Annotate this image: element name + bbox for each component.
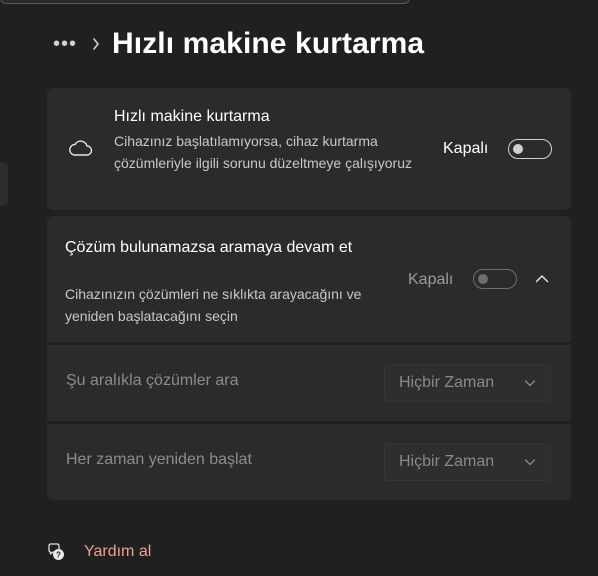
cloud-icon [69, 140, 93, 156]
continue-search-title: Çözüm bulunamazsa aramaya devam et [65, 239, 353, 256]
quick-recovery-toggle[interactable] [508, 139, 552, 159]
quick-recovery-title: Hızlı makine kurtarma [114, 108, 270, 125]
page-title: Hızlı makine kurtarma [112, 27, 425, 60]
get-help-link[interactable]: Yardım al [84, 543, 151, 561]
svg-text:?: ? [56, 551, 61, 560]
scan-interval-label: Şu aralıkla çözümler ara [66, 372, 239, 389]
more-icon: ••• [52, 33, 77, 55]
help-chat-icon: ? [48, 543, 64, 560]
toggle-knob [478, 274, 488, 284]
quick-recovery-description: Cihazınız başlatılamıyorsa, cihaz kurtar… [114, 133, 413, 171]
restart-interval-dropdown[interactable]: Hiçbir Zaman [384, 443, 551, 481]
restart-interval-row: Her zaman yeniden başlat Hiçbir Zaman [47, 424, 571, 500]
restart-interval-label: Her zaman yeniden başlat [66, 451, 252, 468]
more-options-button[interactable]: ••• [48, 27, 82, 61]
scan-interval-dropdown[interactable]: Hiçbir Zaman [384, 364, 551, 402]
breadcrumb: ••• Hızlı makine kurtarma [50, 22, 424, 66]
chevron-down-icon [524, 380, 536, 387]
toggle-knob [513, 144, 523, 154]
nav-pane-edge [0, 163, 8, 205]
continue-search-description: Cihazınızın çözümleri ne sıklıkta arayac… [65, 286, 362, 324]
scan-interval-row: Şu aralıkla çözümler ara Hiçbir Zaman [47, 345, 571, 421]
get-help[interactable]: ? Yardım al [46, 542, 151, 562]
search-box[interactable] [0, 0, 410, 4]
chevron-down-icon [524, 459, 536, 466]
scan-interval-value: Hiçbir Zaman [399, 374, 495, 391]
restart-interval-value: Hiçbir Zaman [399, 453, 495, 470]
quick-recovery-toggle-label: Kapalı [443, 140, 489, 157]
quick-recovery-card: Hızlı makine kurtarma Cihazınız başlatıl… [47, 88, 571, 210]
continue-search-card[interactable]: Çözüm bulunamazsa aramaya devam et Cihaz… [47, 216, 571, 342]
continue-search-toggle[interactable] [473, 269, 517, 289]
chevron-right-icon [82, 37, 110, 51]
chevron-up-icon[interactable] [534, 271, 550, 287]
continue-search-toggle-label: Kapalı [408, 271, 454, 288]
